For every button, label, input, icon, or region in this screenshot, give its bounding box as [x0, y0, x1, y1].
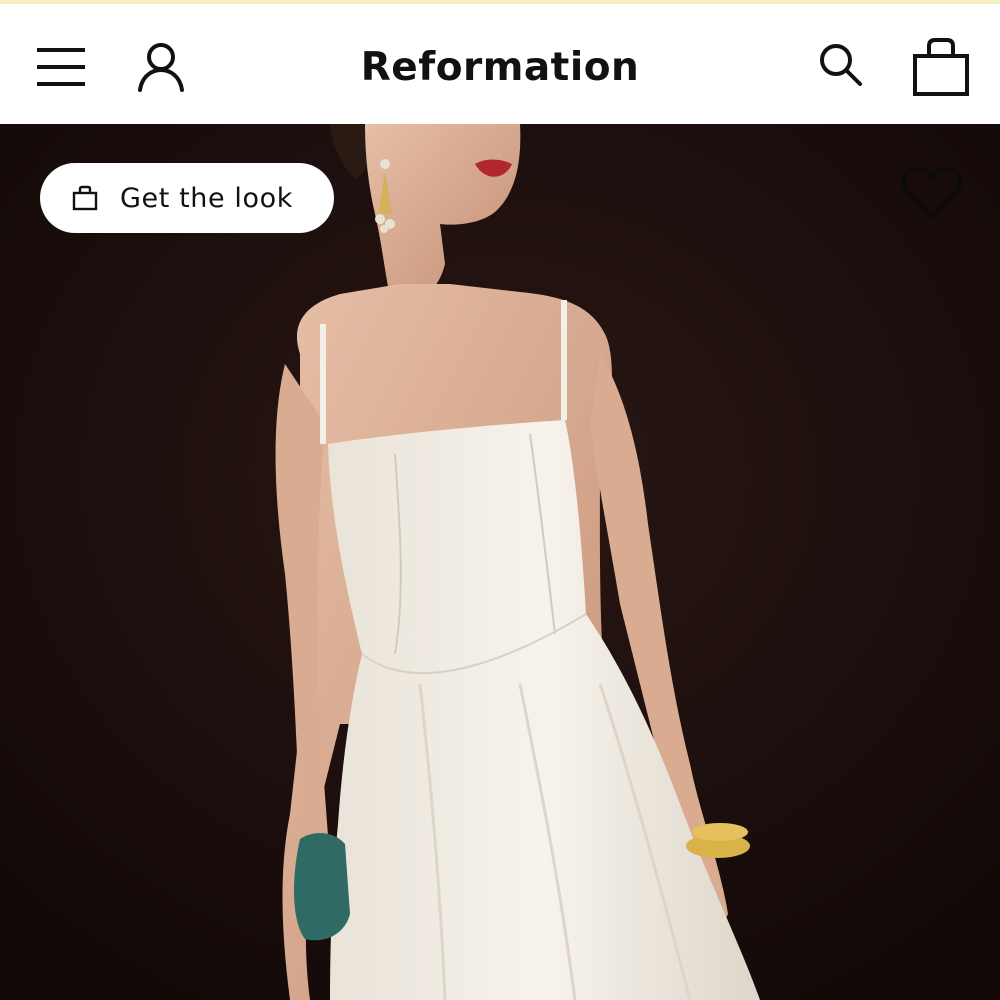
search-icon [820, 44, 862, 86]
shopping-bag-icon [70, 183, 100, 213]
wishlist-button[interactable] [896, 160, 968, 226]
menu-button[interactable] [28, 34, 94, 100]
account-button[interactable] [128, 34, 194, 100]
search-button[interactable] [808, 32, 874, 98]
product-photo [0, 124, 1000, 1000]
product-page: Reformation Get the look [0, 0, 1000, 1000]
get-the-look-label: Get the look [120, 182, 293, 214]
account-icon [138, 43, 184, 92]
hero-product-image[interactable]: Get the look [0, 124, 1000, 1000]
get-the-look-button[interactable]: Get the look [40, 163, 334, 233]
heart-icon [901, 167, 963, 219]
menu-icon [37, 48, 85, 86]
cart-button[interactable] [906, 32, 976, 102]
brand-logo[interactable]: Reformation [300, 38, 700, 98]
shopping-bag-icon [913, 38, 969, 96]
site-header: Reformation [0, 4, 1000, 124]
